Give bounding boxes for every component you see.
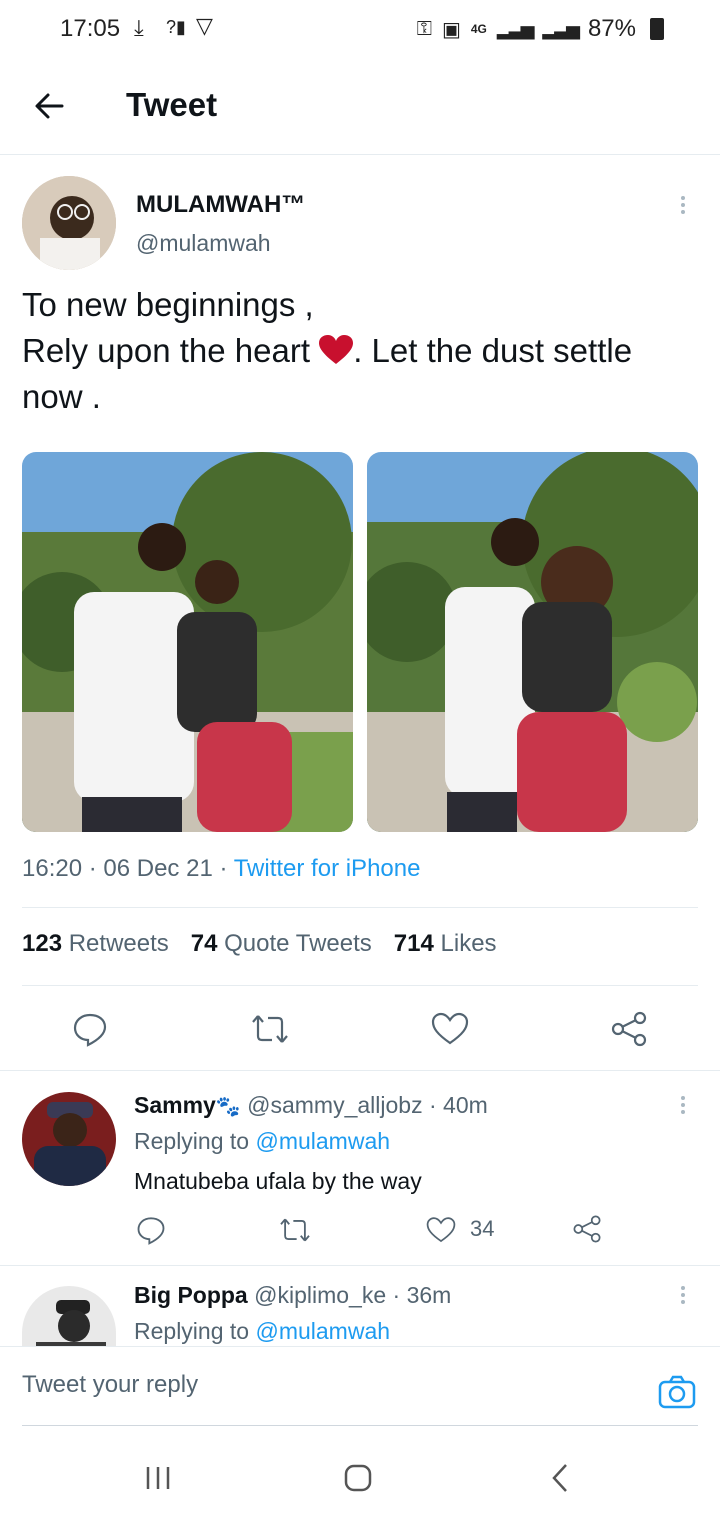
battery-percent: 87%: [587, 15, 636, 42]
reply-composer[interactable]: Tweet your reply: [0, 1346, 720, 1427]
save-icon: ▣: [441, 18, 461, 41]
page-title: Tweet: [126, 86, 218, 123]
tweet-date: 06 Dec 21: [103, 855, 213, 882]
reply-author-handle[interactable]: @sammy_alljobz: [247, 1092, 422, 1118]
likes-label: Likes: [440, 930, 497, 957]
app-header: Tweet: [0, 62, 720, 155]
reply-2-author-handle[interactable]: @kiplimo_ke: [254, 1282, 386, 1308]
author-avatar[interactable]: [22, 176, 116, 270]
divider: [0, 1070, 720, 1071]
tweet-line-2a: Rely upon the heart: [22, 332, 311, 369]
reply-avatar-2-image: [22, 1286, 116, 1346]
likes-stat[interactable]: 714 Likes: [394, 930, 497, 958]
like-icon[interactable]: [426, 1216, 456, 1244]
reply-input[interactable]: Tweet your reply: [22, 1371, 198, 1399]
reply-header: Sammy🐾 @sammy_alljobz · 40m: [134, 1092, 488, 1119]
reply-age: · 40m: [428, 1092, 488, 1118]
tweet-photo-1[interactable]: [22, 452, 353, 832]
retweet-icon[interactable]: [250, 1012, 290, 1046]
reply-2-author-name[interactable]: Big Poppa: [134, 1282, 248, 1308]
tweet-line-2b: . Let the dust settle: [353, 332, 633, 369]
divider: [0, 1265, 720, 1266]
status-time: 17:05: [60, 15, 121, 42]
photo-1-image: [22, 452, 353, 832]
likes-count: 714: [393, 930, 434, 957]
quotes-count: 74: [190, 930, 218, 957]
system-back-icon[interactable]: [548, 1462, 572, 1494]
reply-author-name[interactable]: Sammy: [134, 1092, 216, 1118]
quotes-label: Quote Tweets: [224, 930, 372, 957]
network-type: 4G: [470, 22, 487, 36]
tweet-source-link[interactable]: Twitter for iPhone: [234, 855, 421, 882]
signal-icon-2: ▂▃▅: [542, 18, 580, 39]
more-options-icon[interactable]: [681, 193, 687, 217]
tweet-text: To new beginnings , Rely upon the heart …: [22, 282, 712, 420]
download-icon: ⤓: [134, 15, 144, 40]
vpn-shield-icon: ▽: [196, 13, 213, 38]
quotes-stat[interactable]: 74 Quote Tweets: [191, 930, 372, 958]
status-right: ⚿ ▣ 4G ▂▃▅ ▂▃▅ 87%: [417, 15, 664, 43]
like-icon[interactable]: [431, 1012, 469, 1046]
share-icon[interactable]: [610, 1011, 648, 1047]
key-icon: ⚿: [416, 17, 432, 40]
back-arrow-icon[interactable]: [32, 88, 68, 124]
tweet-meta: 16:20 · 06 Dec 21 · Twitter for iPhone: [22, 855, 421, 882]
tweet-stats: 123 Retweets 74 Quote Tweets 714 Likes: [22, 930, 497, 958]
reply-2-age: · 36m: [392, 1282, 452, 1308]
reply-like-count: 34: [470, 1216, 495, 1241]
reply-2-header: Big Poppa @kiplimo_ke · 36m: [134, 1282, 451, 1309]
composer-underline: [22, 1425, 698, 1426]
replying-to-link[interactable]: @mulamwah: [255, 1128, 390, 1154]
replying-prefix: Replying to: [134, 1318, 250, 1344]
status-bar: 17:05 ⤓ ?▮ ▽ ⚿ ▣ 4G ▂▃▅ ▂▃▅ 87%: [0, 0, 720, 60]
tweet-line-2: Rely upon the heart . Let the dust settl…: [22, 328, 712, 374]
red-heart-emoji-icon: [319, 335, 354, 364]
signal-unknown-icon: ?▮: [166, 17, 186, 37]
reply-avatar[interactable]: [22, 1092, 116, 1186]
reply-more-options-icon[interactable]: [681, 1093, 687, 1117]
divider: [22, 985, 698, 986]
camera-icon[interactable]: [658, 1375, 696, 1409]
avatar-image: [22, 176, 116, 270]
signal-icon: ▂▃▅: [496, 18, 535, 39]
retweets-label: Retweets: [68, 930, 169, 957]
retweets-stat[interactable]: 123 Retweets: [22, 930, 169, 958]
home-icon[interactable]: [343, 1463, 373, 1493]
reply-2-replying-to: Replying to @mulamwah: [134, 1318, 390, 1346]
retweets-count: 123: [22, 930, 63, 957]
reply-icon[interactable]: [72, 1011, 108, 1047]
share-icon[interactable]: [572, 1214, 602, 1244]
author-handle[interactable]: @mulamwah: [136, 230, 271, 257]
divider: [22, 907, 698, 908]
author-name[interactable]: MULAMWAH™: [136, 191, 305, 219]
paw-emoji-icon: 🐾: [215, 1096, 241, 1118]
tweet-photo-2[interactable]: [367, 452, 698, 832]
replying-to: Replying to @mulamwah: [134, 1128, 390, 1155]
reply-icon[interactable]: [136, 1215, 166, 1245]
tweet-line-1: To new beginnings ,: [22, 286, 314, 323]
reply-avatar-2[interactable]: [22, 1286, 116, 1346]
battery-icon: [650, 18, 664, 40]
reply-2-more-options-icon[interactable]: [681, 1283, 687, 1307]
photo-2-image: [367, 452, 698, 832]
tweet-time: 16:20: [22, 855, 83, 882]
tweet-line-3: now .: [22, 378, 101, 415]
reply-avatar-image: [22, 1092, 116, 1186]
system-nav-bar: [0, 1428, 720, 1520]
recent-apps-icon[interactable]: [144, 1464, 172, 1492]
replying-prefix: Replying to: [134, 1128, 250, 1154]
replying-to-link[interactable]: @mulamwah: [255, 1318, 390, 1344]
retweet-icon[interactable]: [278, 1216, 312, 1244]
reply-text: Mnatubeba ufala by the way: [134, 1168, 422, 1194]
